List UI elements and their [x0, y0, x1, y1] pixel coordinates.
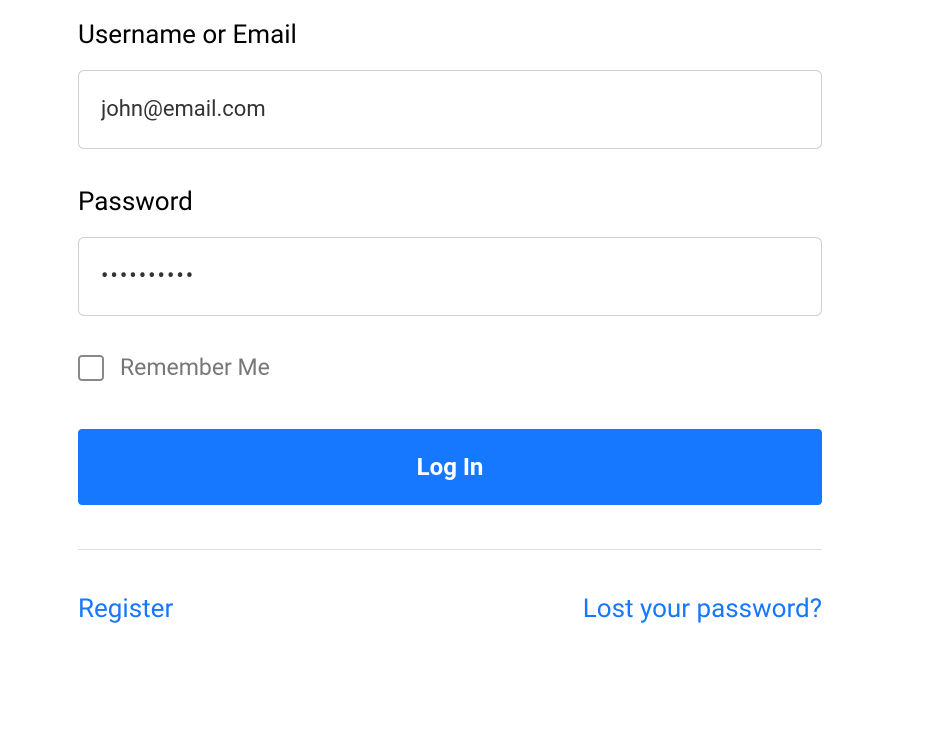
links-row: Register Lost your password?: [78, 594, 822, 624]
divider: [78, 549, 822, 550]
password-label: Password: [78, 187, 822, 217]
login-button[interactable]: Log In: [78, 429, 822, 505]
lost-password-link[interactable]: Lost your password?: [583, 594, 822, 624]
password-group: Password: [78, 187, 822, 316]
remember-checkbox[interactable]: [78, 355, 104, 381]
password-input[interactable]: [78, 237, 822, 316]
remember-row: Remember Me: [78, 354, 822, 381]
username-label: Username or Email: [78, 20, 822, 50]
username-group: Username or Email: [78, 20, 822, 149]
register-link[interactable]: Register: [78, 594, 173, 624]
username-input[interactable]: [78, 70, 822, 149]
remember-label[interactable]: Remember Me: [120, 354, 270, 381]
login-form: Username or Email Password Remember Me L…: [78, 20, 822, 624]
